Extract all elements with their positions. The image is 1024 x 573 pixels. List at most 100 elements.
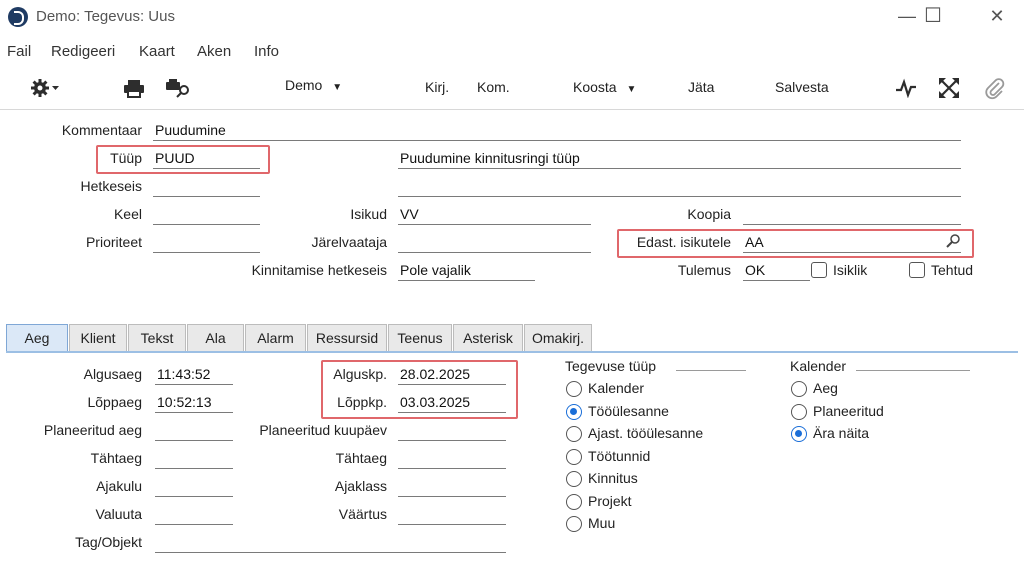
menu-kaart[interactable]: Kaart (139, 43, 175, 60)
loppaeg-field[interactable]: 10:52:13 (155, 393, 233, 413)
app-logo-icon (8, 7, 28, 27)
planeeritud-aeg-field[interactable] (155, 421, 233, 441)
toolbar: Demo ▼ Kirj. Kom. Koosta ▼ Jäta Salvesta (0, 66, 1024, 110)
gear-icon[interactable] (30, 78, 60, 102)
koosta-label: Koosta (573, 79, 617, 95)
tegevuse-tuup-radio-3[interactable] (566, 448, 582, 465)
algusaeg-field[interactable]: 11:43:52 (155, 365, 233, 385)
kalender-divider (856, 370, 970, 371)
jarelvaataja-field[interactable] (398, 233, 591, 253)
kirj-button[interactable]: Kirj. (425, 79, 449, 95)
hetkeseis-field[interactable] (153, 177, 260, 197)
koopia-field[interactable] (743, 205, 961, 225)
menu-fail[interactable]: Fail (7, 43, 31, 60)
vaartus-label: Väärtus (338, 506, 387, 522)
window-title: Demo: Tegevus: Uus (36, 8, 175, 25)
isikud-field[interactable]: VV (398, 205, 591, 225)
tegevuse-tuup-radio-4[interactable] (566, 471, 582, 487)
koosta-dropdown[interactable]: Koosta ▼ (573, 79, 636, 95)
maximize-button[interactable]: ☐ (910, 0, 956, 34)
menu-aken[interactable]: Aken (197, 43, 231, 60)
salvesta-button[interactable]: Salvesta (775, 79, 829, 95)
jarelvaataja-label: Järelvaataja (311, 234, 388, 250)
tab-omakirj[interactable]: Omakirj. (524, 324, 592, 352)
tahtaeg2-label: Tähtaeg (335, 450, 387, 466)
tab-alarm[interactable]: Alarm (245, 324, 306, 352)
isikud-label: Isikud (350, 206, 387, 222)
koopia-label: Koopia (687, 206, 731, 222)
tegevuse-tuup-radio-label-4: Kinnitus (588, 470, 638, 486)
chevron-down-icon: ▼ (626, 84, 637, 95)
planeeritud-kuupaev-field[interactable] (398, 421, 506, 441)
demo-dropdown[interactable]: Demo ▼ (285, 77, 342, 93)
planeeritud-aeg-label: Planeeritud aeg (43, 422, 142, 438)
tegevuse-tuup-radio-5[interactable] (566, 493, 582, 510)
tulemus-label: Tulemus (677, 262, 731, 278)
prioriteet-field[interactable] (153, 233, 260, 253)
tegevuse-tuup-radio-1[interactable] (566, 403, 582, 420)
keel-label: Keel (113, 206, 142, 222)
ajaklass-field[interactable] (398, 477, 506, 497)
tahtaeg-label: Tähtaeg (90, 450, 142, 466)
menu-redigeeri[interactable]: Redigeeri (51, 43, 115, 60)
isiklik-label: Isiklik (833, 262, 868, 278)
kalender-title: Kalender (790, 358, 847, 374)
tab-ala[interactable]: Ala (187, 324, 244, 352)
keel-field[interactable] (153, 205, 260, 225)
tab-klient[interactable]: Klient (69, 324, 127, 352)
jata-button[interactable]: Jäta (688, 79, 714, 95)
tegevuse-tuup-title: Tegevuse tüüp (565, 358, 657, 374)
tab-teenus[interactable]: Teenus (388, 324, 452, 352)
tag-objekt-field[interactable] (155, 533, 506, 553)
loppaeg-label: Lõppaeg (87, 394, 142, 410)
edast-highlight (617, 229, 974, 258)
expand-icon[interactable] (938, 78, 960, 102)
tag-objekt-label: Tag/Objekt (75, 534, 142, 550)
tehtud-checkbox[interactable] (909, 262, 925, 278)
pulse-icon[interactable] (895, 78, 917, 102)
tahtaeg2-field[interactable] (398, 449, 506, 469)
tegevuse-tuup-radio-label-5: Projekt (588, 492, 632, 509)
tab-tekst[interactable]: Tekst (128, 324, 186, 352)
kommentaar-field[interactable]: Puudumine (153, 121, 961, 141)
dates-highlight (321, 360, 518, 419)
hetkeseis-description (398, 177, 961, 197)
print-icon[interactable] (122, 78, 146, 102)
tegevuse-tuup-radio-label-3: Töötunnid (588, 447, 651, 464)
valuuta-field[interactable] (155, 505, 233, 525)
kalender-radio-2[interactable] (791, 426, 807, 442)
isiklik-checkbox[interactable] (811, 262, 827, 278)
tegevuse-tuup-radio-label-1: Tööülesanne (588, 402, 669, 419)
tegevuse-tuup-radio-0[interactable] (566, 381, 582, 397)
valuuta-label: Valuuta (95, 506, 142, 522)
tahtaeg-field[interactable] (155, 449, 233, 469)
kalender-radio-1[interactable] (791, 403, 807, 420)
kalender-radio-0[interactable] (791, 381, 807, 397)
tegevuse-tuup-radio-6[interactable] (566, 516, 582, 532)
tab-aeg[interactable]: Aeg (6, 324, 68, 352)
kalender-radio-label-1: Planeeritud (813, 402, 884, 419)
hetkeseis-label: Hetkeseis (80, 178, 142, 194)
print-preview-icon[interactable] (164, 78, 192, 102)
tab-asterisk[interactable]: Asterisk (453, 324, 523, 352)
kalender-radio-label-2: Ära näita (813, 425, 870, 441)
paperclip-icon[interactable] (984, 78, 1006, 104)
tuup-description: Puudumine kinnitusringi tüüp (398, 149, 961, 169)
vaartus-field[interactable] (398, 505, 506, 525)
tegevuse-tuup-radio-label-2: Ajast. tööülesanne (588, 425, 704, 441)
kinnitamise-field[interactable]: Pole vajalik (398, 261, 535, 281)
tegevuse-tuup-radio-2[interactable] (566, 426, 582, 442)
kalender-radio-label-0: Aeg (813, 380, 838, 396)
menu-info[interactable]: Info (254, 43, 279, 60)
algusaeg-label: Algusaeg (83, 366, 142, 382)
ajakulu-field[interactable] (155, 477, 233, 497)
planeeritud-kuupaev-label: Planeeritud kuupäev (259, 422, 387, 438)
title-bar: Demo: Tegevus: Uus — ☐ ✕ (0, 0, 1024, 36)
tehtud-label: Tehtud (931, 262, 974, 278)
kinnitamise-label: Kinnitamise hetkeseis (251, 262, 387, 278)
tab-ressursid[interactable]: Ressursid (307, 324, 387, 352)
chevron-down-icon: ▼ (332, 82, 343, 93)
close-button[interactable]: ✕ (974, 0, 1020, 34)
kom-button[interactable]: Kom. (477, 79, 510, 95)
tulemus-field[interactable]: OK (743, 261, 810, 281)
